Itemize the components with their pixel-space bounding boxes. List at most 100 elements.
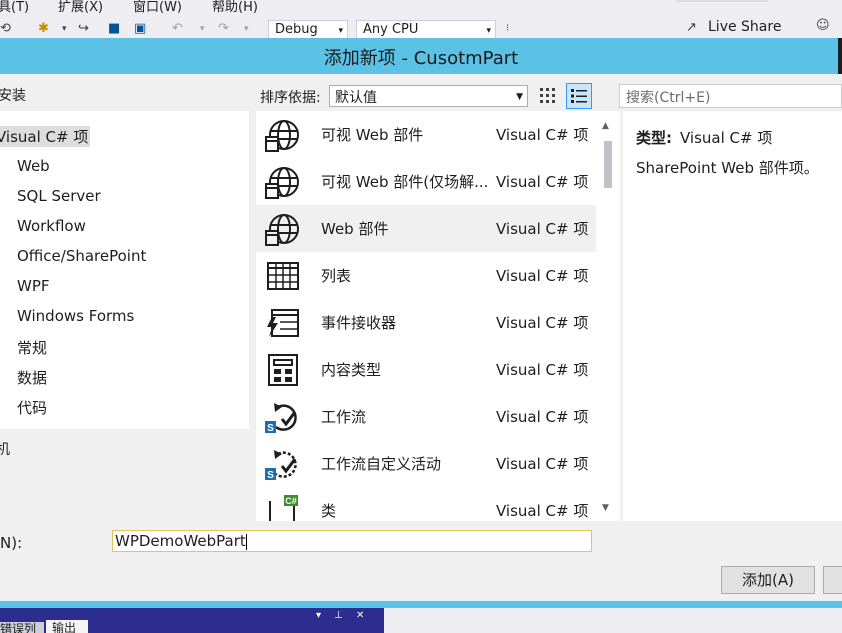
undo-dropdown-icon[interactable]: ▾ [200,22,205,36]
list-view-button[interactable] [566,83,592,109]
navigate-back-icon[interactable]: ⟲ [0,22,11,36]
template-type: Visual C# 项 [496,455,589,473]
globe-icon [265,120,299,152]
chevron-down-icon: ▾ [486,26,491,36]
list-grid-icon [267,262,299,290]
tree-item-web[interactable]: Web [17,157,50,175]
save-icon[interactable]: ■ [108,22,120,36]
live-share-icon[interactable]: ↗ [686,21,697,35]
tree-item-data[interactable]: 数据 [17,367,47,388]
csharp-class-icon: C# [269,495,298,521]
text-cursor [245,533,247,550]
template-row[interactable]: 列表 Visual C# 项 [256,252,596,299]
tab-error-list[interactable]: 错误列表 [0,622,44,633]
template-row[interactable]: S 工作流自定义活动 Visual C# 项 [256,440,596,487]
content-type-icon [268,354,298,386]
template-type: Visual C# 项 [496,220,589,238]
template-row-selected[interactable]: Web 部件 Visual C# 项 [256,205,596,252]
chevron-down-icon: ▾ [338,26,343,36]
template-type: Visual C# 项 [496,314,589,332]
tree-item-general[interactable]: 常规 [17,337,47,358]
template-name: 列表 [321,267,352,285]
dialog-title: 添加新项 - CusotmPart [323,48,519,69]
menu-extensions[interactable]: 扩展(X) [58,0,103,14]
redo-dropdown-icon[interactable]: ▾ [244,22,249,36]
description-text: SharePoint Web 部件项。 [636,159,819,177]
name-label: N): [0,534,23,552]
scrollbar-thumb[interactable] [604,141,612,188]
template-row[interactable]: 可视 Web 部件 Visual C# 项 [256,111,596,158]
name-input[interactable]: WPDemoWebPart [112,530,592,552]
template-type: Visual C# 项 [496,408,589,426]
redo-icon[interactable]: ↷ [218,22,229,36]
undo-icon[interactable]: ↶ [172,22,183,36]
menu-right-box [676,0,768,2]
tile-view-button[interactable] [537,84,559,108]
save-all-icon[interactable]: ▣ [134,22,146,36]
menu-tools[interactable]: 具(T) [0,0,29,14]
titlebar-edge [838,38,842,74]
tree-item-workflow[interactable]: Workflow [17,217,86,235]
toolbar: ⟲ ✱ ▾ ↪ ■ ▣ ↶ ▾ ↷ ▾ Debug ▾ Any CPU ▾ ⁝ ↗ … [0,14,842,38]
add-button[interactable]: 添加(A) [721,566,815,594]
menubar: 具(T) 扩展(X) 窗口(W) 帮助(H) [0,0,842,14]
globe-icon [265,214,299,246]
workflow-icon: S [265,450,297,481]
template-name: 可视 Web 部件 [321,126,424,144]
search-input[interactable]: 搜索(Ctrl+E) [619,84,842,108]
tree-item-sql-server[interactable]: SQL Server [17,187,101,205]
tree-header-online[interactable]: 机 [0,439,10,459]
template-name: 类 [321,502,337,520]
dropdown-arrow-icon[interactable]: ▾ [62,22,67,36]
configuration-combo[interactable]: Debug ▾ [268,20,348,38]
dialog-titlebar[interactable]: 添加新项 - CusotmPart [0,38,842,74]
template-type: Visual C# 项 [496,126,589,144]
scroll-down-icon[interactable]: ▼ [602,503,609,513]
template-type: Visual C# 项 [496,267,589,285]
template-row[interactable]: 可视 Web 部件(仅场解... Visual C# 项 [256,158,596,205]
template-name: 事件接收器 [321,314,397,332]
event-receiver-icon [267,309,299,337]
svg-text:C#: C# [285,496,297,506]
svg-text:S: S [267,470,274,481]
close-icon[interactable]: ✕ [356,610,364,621]
scroll-up-icon[interactable]: ▲ [602,121,609,131]
description-type-value: Visual C# 项 [680,129,773,147]
grid-view-icon [540,88,555,103]
svg-text:S: S [267,423,274,434]
toolbar-overflow-icon[interactable]: ⁝ [506,22,509,36]
template-type: Visual C# 项 [496,361,589,379]
tree-item-code[interactable]: 代码 [17,397,47,418]
template-name: Web 部件 [321,220,389,238]
template-row[interactable]: S 工作流 Visual C# 项 [256,393,596,440]
tree-header-installed[interactable]: 安装 [0,85,26,105]
template-type: Visual C# 项 [496,173,589,191]
template-name: 工作流自定义活动 [321,455,442,473]
new-project-icon[interactable]: ✱ [38,22,49,36]
live-share-button[interactable]: Live Share [708,19,781,35]
open-icon[interactable]: ↪ [78,22,89,36]
feedback-icon[interactable]: ☺ [816,19,830,33]
description-type-label: 类型: [636,129,672,147]
template-row[interactable]: C# 类 Visual C# 项 [256,487,596,521]
template-row[interactable]: 事件接收器 Visual C# 项 [256,299,596,346]
pin-dropdown-icon[interactable]: ▾ [316,610,321,621]
sort-select[interactable]: 默认值 ▼ [329,85,528,107]
sort-label: 排序依据: [260,90,321,106]
tree-item-visual-csharp[interactable]: Visual C# 项 [0,126,91,147]
dialog-bottom-border [0,601,842,608]
menu-window[interactable]: 窗口(W) [133,0,182,14]
tab-output[interactable]: 输出 [46,620,88,633]
workflow-icon: S [265,403,297,434]
pin-icon[interactable]: ⊥ [334,610,343,621]
template-row[interactable]: 内容类型 Visual C# 项 [256,346,596,393]
list-view-icon [571,89,587,103]
tree-item-office-sharepoint[interactable]: Office/SharePoint [17,247,146,265]
tree-item-wpf[interactable]: WPF [17,277,50,295]
cancel-button[interactable] [823,566,842,594]
tree-item-windows-forms[interactable]: Windows Forms [17,307,134,325]
add-new-item-dialog: 添加新项 - CusotmPart 排序依据: 默认值 ▼ 搜索(Ctrl+E)… [0,38,842,608]
platform-combo[interactable]: Any CPU ▾ [356,20,496,38]
globe-icon [265,167,299,199]
menu-help[interactable]: 帮助(H) [212,0,258,14]
